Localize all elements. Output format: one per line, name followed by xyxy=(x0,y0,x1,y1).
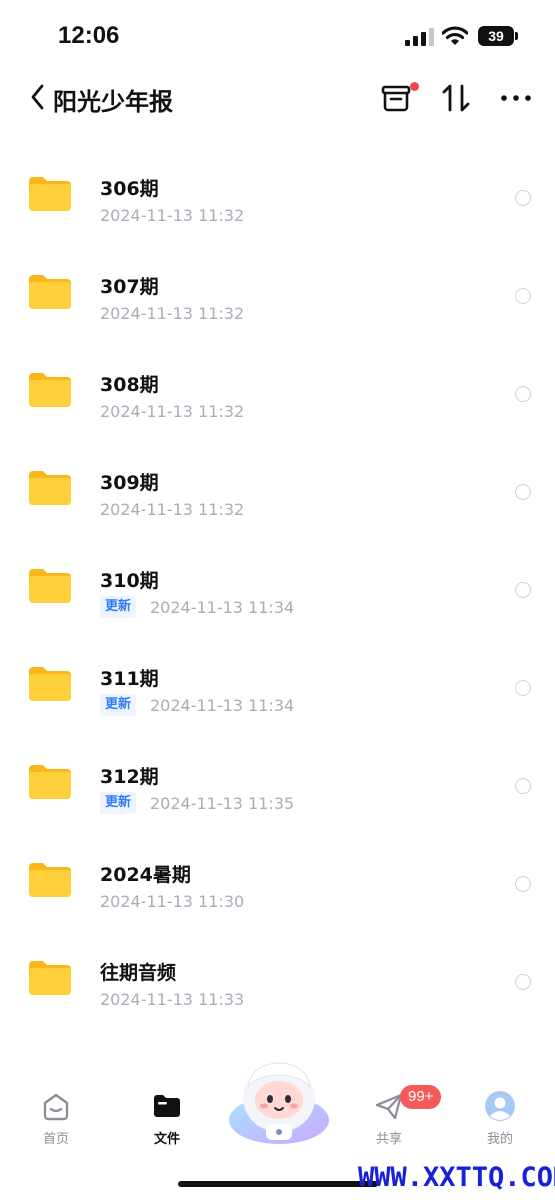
update-tag: 更新 xyxy=(100,596,137,618)
folder-icon xyxy=(29,471,71,505)
folder-icon xyxy=(29,667,71,701)
folder-date: 2024-11-13 11:32 xyxy=(100,206,245,225)
folder-row[interactable]: 307期 2024-11-13 11:32 xyxy=(0,252,555,350)
folder-name: 310期 xyxy=(100,570,159,592)
update-tag: 更新 xyxy=(100,694,137,716)
select-radio[interactable] xyxy=(515,190,531,206)
folder-list: 305期 2024-11-13 11:32 306期 2024-11-13 11… xyxy=(0,126,555,1066)
folder-date: 2024-11-13 11:32 xyxy=(100,500,245,519)
folder-icon xyxy=(29,863,71,897)
folder-icon xyxy=(29,765,71,799)
select-radio[interactable] xyxy=(515,288,531,304)
folder-row[interactable]: 311期 更新 2024-11-13 11:34 xyxy=(0,644,555,742)
select-radio[interactable] xyxy=(515,974,531,990)
tab-files[interactable]: 文件 xyxy=(127,1090,207,1147)
cellular-signal-icon xyxy=(405,28,434,46)
select-radio[interactable] xyxy=(515,386,531,402)
select-radio[interactable] xyxy=(515,582,531,598)
folder-date: 2024-11-13 11:32 xyxy=(100,304,245,323)
folder-name: 312期 xyxy=(100,766,159,788)
wifi-icon xyxy=(442,26,468,45)
folder-row[interactable]: 308期 2024-11-13 11:32 xyxy=(0,350,555,448)
folder-icon xyxy=(29,275,71,309)
folder-name: 2024暑期 xyxy=(100,864,191,886)
folder-list-inner: 305期 2024-11-13 11:32 306期 2024-11-13 11… xyxy=(0,126,555,1036)
status-bar: 12:06 39 xyxy=(0,0,555,70)
folder-row[interactable]: 306期 2024-11-13 11:32 xyxy=(0,154,555,252)
archive-box-icon[interactable] xyxy=(380,82,412,114)
tab-share-label: 共享 xyxy=(375,1132,402,1147)
folder-row[interactable]: 往期音频 2024-11-13 11:33 xyxy=(0,938,555,1036)
select-radio[interactable] xyxy=(515,876,531,892)
files-folder-icon xyxy=(154,1095,180,1117)
folder-name: 306期 xyxy=(100,178,159,200)
folder-icon xyxy=(29,177,71,211)
folder-row[interactable]: 305期 2024-11-13 11:32 xyxy=(0,126,555,154)
tab-files-label: 文件 xyxy=(153,1132,180,1147)
nav-bar: 阳光少年报 xyxy=(0,70,555,126)
select-radio[interactable] xyxy=(515,484,531,500)
tab-home-label: 首页 xyxy=(42,1132,69,1147)
folder-date: 2024-11-13 11:34 xyxy=(150,696,295,715)
home-icon xyxy=(43,1093,69,1121)
notification-dot xyxy=(410,82,419,91)
home-indicator xyxy=(178,1181,378,1187)
folder-icon xyxy=(29,961,71,995)
folder-name: 309期 xyxy=(100,472,159,494)
battery-indicator: 39 xyxy=(478,26,514,46)
more-options-icon[interactable] xyxy=(500,82,532,114)
mascot-assistant-button[interactable] xyxy=(226,1058,332,1148)
folder-row[interactable]: 312期 更新 2024-11-13 11:35 xyxy=(0,742,555,840)
tab-home[interactable]: 首页 xyxy=(16,1090,96,1147)
folder-date: 2024-11-13 11:30 xyxy=(100,892,245,911)
folder-icon xyxy=(29,373,71,407)
folder-name: 308期 xyxy=(100,374,159,396)
folder-date: 2024-11-13 11:32 xyxy=(100,402,245,421)
status-time: 12:06 xyxy=(58,22,120,49)
folder-row[interactable]: 310期 更新 2024-11-13 11:34 xyxy=(0,546,555,644)
battery-tip xyxy=(515,32,518,40)
folder-date: 2024-11-13 11:32 xyxy=(100,126,244,127)
back-chevron-icon[interactable] xyxy=(28,82,48,112)
select-radio[interactable] xyxy=(515,778,531,794)
share-count-badge: 99+ xyxy=(400,1085,442,1109)
watermark-text: WWW.XXTTQ.COM xyxy=(358,1162,555,1193)
sort-arrows-icon[interactable] xyxy=(440,82,472,114)
folder-date: 2024-11-13 11:33 xyxy=(100,990,245,1009)
avatar-icon xyxy=(485,1091,515,1121)
select-radio[interactable] xyxy=(515,680,531,696)
update-tag: 更新 xyxy=(100,792,137,814)
folder-name: 311期 xyxy=(100,668,159,690)
folder-name: 往期音频 xyxy=(100,962,177,984)
folder-icon xyxy=(29,569,71,603)
tab-mine[interactable]: 我的 xyxy=(460,1090,540,1147)
folder-date: 2024-11-13 11:34 xyxy=(150,598,295,617)
page-title: 阳光少年报 xyxy=(53,88,173,116)
folder-row[interactable]: 309期 2024-11-13 11:32 xyxy=(0,448,555,546)
folder-row[interactable]: 2024暑期 2024-11-13 11:30 xyxy=(0,840,555,938)
folder-date: 2024-11-13 11:35 xyxy=(150,794,295,813)
tab-mine-label: 我的 xyxy=(486,1132,513,1147)
folder-name: 307期 xyxy=(100,276,159,298)
